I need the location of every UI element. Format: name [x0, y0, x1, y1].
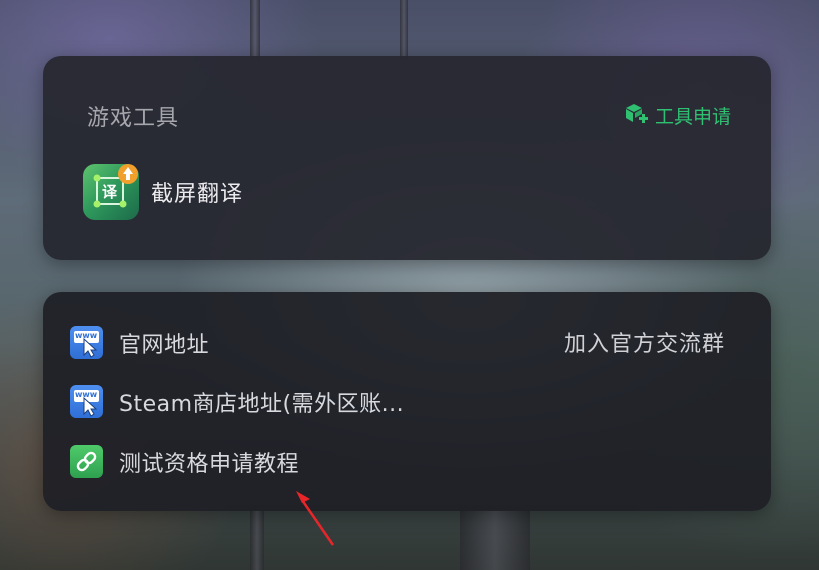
game-tools-panel: 游戏工具 工具申请 译 截屏翻译 [43, 56, 771, 260]
tool-apply-button[interactable]: 工具申请 [623, 100, 731, 131]
tool-item-label: 截屏翻译 [151, 182, 244, 207]
section-title: 游戏工具 [87, 106, 180, 131]
join-official-group-link[interactable]: 加入官方交流群 [564, 326, 725, 358]
link-label: 测试资格申请教程 [119, 451, 300, 477]
tree-trunk [250, 510, 264, 570]
link-label: Steam商店地址(需外区账... [119, 391, 405, 417]
www-icon: www [70, 326, 103, 359]
screenshot-translate-icon: 译 [83, 164, 139, 220]
link-official-website[interactable]: www 官网地址 [70, 326, 209, 359]
link-steam-store[interactable]: www Steam商店地址(需外区账... [70, 385, 404, 418]
link-label: 官网地址 [119, 332, 210, 358]
translate-glyph: 译 [102, 183, 118, 201]
link-chain-icon [70, 445, 103, 478]
tree-trunk [250, 0, 260, 60]
tree-trunk [400, 0, 408, 60]
link-test-qualification-tutorial[interactable]: 测试资格申请教程 [70, 445, 299, 478]
tree-trunk [460, 510, 530, 570]
tool-apply-label: 工具申请 [654, 106, 731, 128]
box-plus-icon [623, 100, 649, 131]
www-icon: www [70, 385, 103, 418]
links-panel: www 官网地址 加入官方交流群 www Steam商店地址(需外区账... 测… [43, 292, 771, 511]
tool-item-screenshot-translate[interactable]: 译 截屏翻译 [83, 164, 243, 220]
